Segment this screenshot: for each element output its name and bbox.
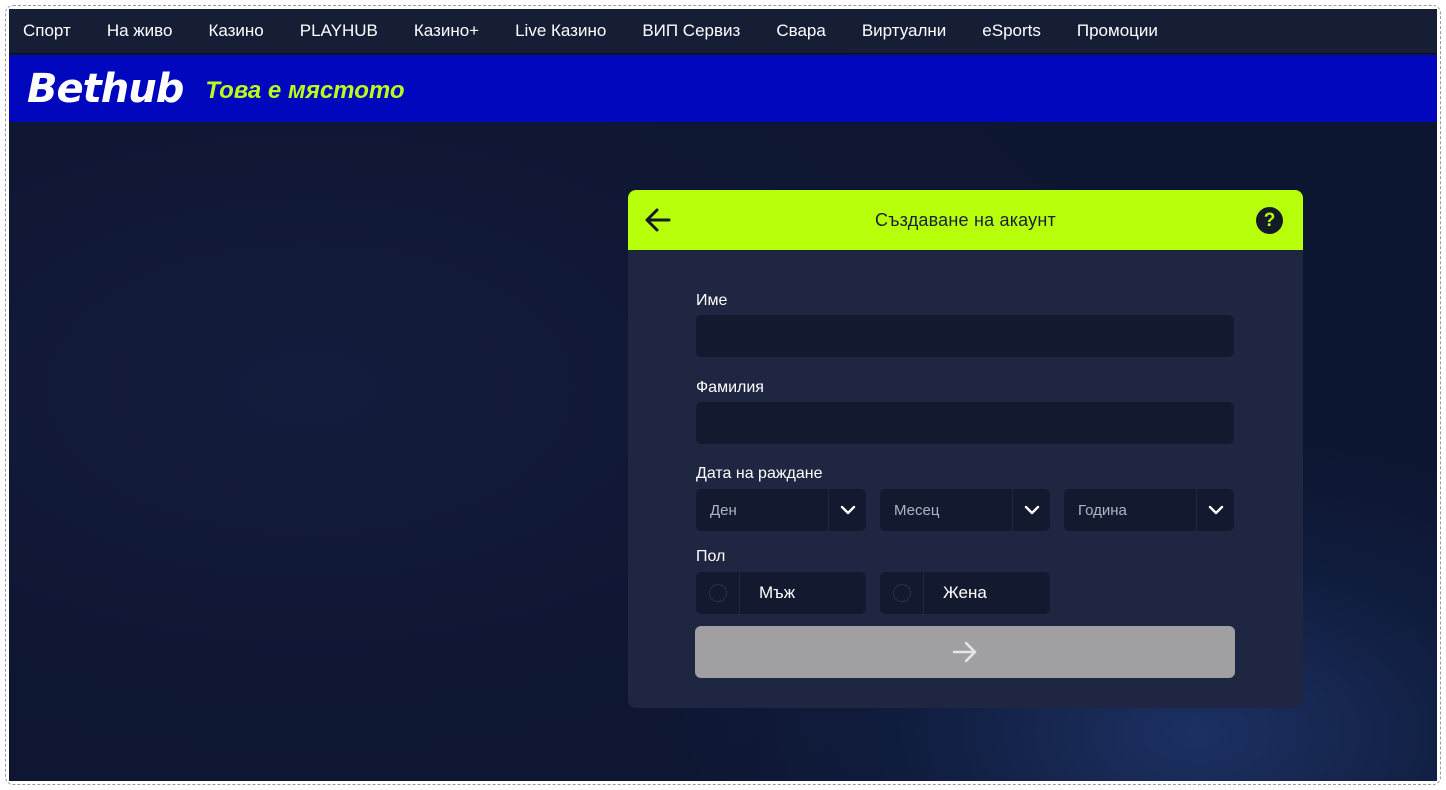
nav-item-casino[interactable]: Казино — [208, 21, 263, 41]
radio-circle-wrap — [696, 572, 740, 614]
nav-item-live[interactable]: На живо — [107, 21, 173, 41]
chevron-down-icon — [828, 489, 866, 531]
registration-card: Създаване на акаунт ? Име Фамилия Дата н… — [628, 190, 1303, 708]
gender-female-radio[interactable]: Жена — [880, 572, 1050, 614]
card-header: Създаване на акаунт ? — [628, 190, 1303, 250]
nav-item-casino-plus[interactable]: Казино+ — [414, 21, 479, 41]
brand-tagline: Това е мястото — [205, 76, 405, 104]
chevron-down-icon — [1012, 489, 1050, 531]
dob-selects: Ден Месец Година — [696, 489, 1234, 531]
gender-male-label: Мъж — [759, 583, 796, 602]
help-icon[interactable]: ? — [1256, 207, 1283, 234]
nav-item-playhub[interactable]: PLAYHUB — [300, 21, 378, 41]
page: Спорт На живо Казино PLAYHUB Казино+ Liv… — [9, 9, 1437, 781]
nav-item-promotions[interactable]: Промоции — [1077, 21, 1158, 41]
nav-item-esports[interactable]: eSports — [982, 21, 1041, 41]
arrow-right-icon — [952, 641, 977, 663]
nav-item-sport[interactable]: Спорт — [23, 21, 71, 41]
year-select[interactable]: Година — [1064, 489, 1234, 531]
day-select-value: Ден — [710, 501, 737, 519]
nav-item-svara[interactable]: Свара — [776, 21, 825, 41]
radio-circle-icon — [892, 584, 911, 602]
nav-item-live-casino[interactable]: Live Казино — [515, 21, 606, 41]
day-select[interactable]: Ден — [696, 489, 866, 531]
radio-circle-wrap — [880, 572, 924, 614]
gender-label: Пол — [696, 548, 726, 565]
back-arrow-icon[interactable] — [642, 204, 674, 236]
radio-circle-icon — [708, 584, 727, 602]
nav-item-virtual[interactable]: Виртуални — [862, 21, 946, 41]
month-select[interactable]: Месец — [880, 489, 1050, 531]
first-name-label: Име — [696, 292, 728, 309]
last-name-label: Фамилия — [696, 379, 764, 396]
last-name-input[interactable] — [696, 402, 1234, 444]
chevron-down-icon — [1196, 489, 1234, 531]
next-button[interactable] — [695, 626, 1235, 678]
first-name-input[interactable] — [696, 315, 1234, 357]
nav-item-vip-service[interactable]: ВИП Сервиз — [642, 21, 740, 41]
brand-bar: Bethub Това е мястото — [9, 55, 1437, 122]
card-title: Създаване на акаунт — [875, 209, 1056, 230]
gender-options: Мъж Жена — [696, 572, 1234, 614]
gender-male-radio[interactable]: Мъж — [696, 572, 866, 614]
dob-label: Дата на раждане — [696, 465, 823, 482]
top-navigation: Спорт На живо Казино PLAYHUB Казино+ Liv… — [9, 9, 1437, 54]
gender-female-label: Жена — [943, 583, 987, 602]
bethub-logo[interactable]: Bethub — [27, 66, 184, 112]
year-select-value: Година — [1078, 501, 1127, 519]
month-select-value: Месец — [894, 501, 940, 519]
registration-form: Име Фамилия Дата на раждане Ден Месец Го… — [695, 290, 1235, 678]
